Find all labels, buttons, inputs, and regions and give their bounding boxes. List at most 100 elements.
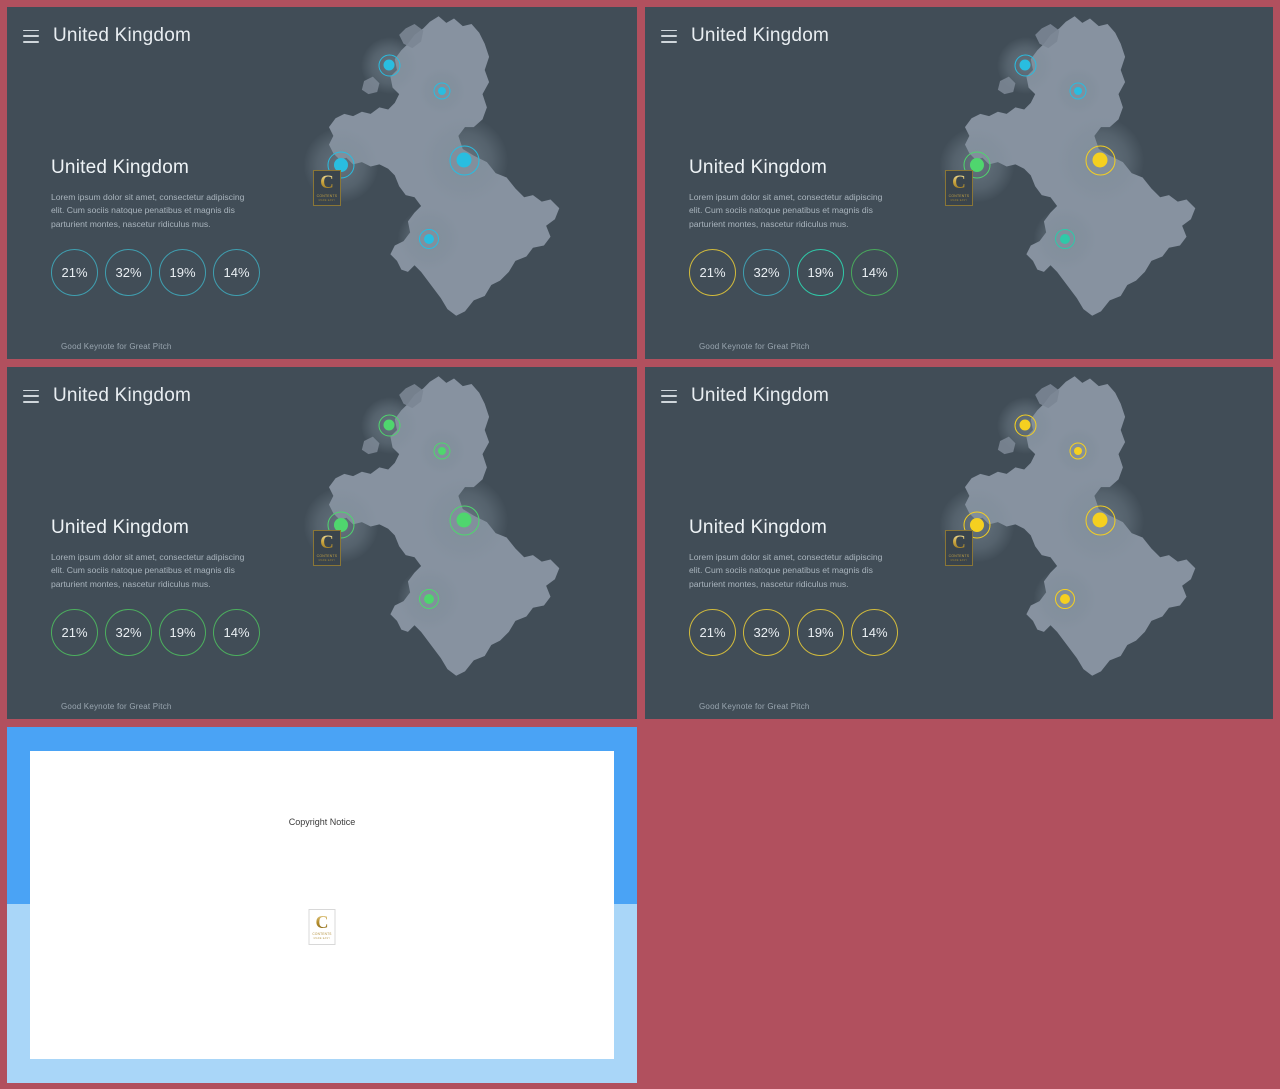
marker-scotland-north[interactable] <box>997 397 1053 453</box>
stats-row: 21% 32% 19% 14% <box>689 248 939 296</box>
marker-dot <box>1092 152 1108 168</box>
slide-footer: Good Keynote for Great Pitch <box>61 702 172 711</box>
stat-circle[interactable]: 32% <box>105 248 152 296</box>
marker-dot <box>383 59 395 71</box>
hamburger-icon[interactable] <box>23 389 39 403</box>
slide-header: United Kingdom <box>661 25 829 47</box>
header-title: United Kingdom <box>691 25 829 46</box>
marker-scotland-east[interactable] <box>1055 428 1101 474</box>
stats-row: 21% 32% 19% 14% <box>51 608 301 656</box>
logo-line-1: CONTENTS <box>312 932 332 937</box>
content-title: United Kingdom <box>689 517 827 538</box>
hamburger-icon[interactable] <box>661 29 677 43</box>
logo-line-2: MADE EASY <box>318 558 336 562</box>
marker-scotland-north[interactable] <box>361 397 417 453</box>
marker-england-north[interactable] <box>1057 477 1143 563</box>
stat-circle[interactable]: 21% <box>689 248 736 296</box>
logo-line-1: CONTENTS <box>316 553 338 558</box>
marker-wales-south[interactable] <box>1034 208 1096 270</box>
marker-england-north[interactable] <box>1057 117 1143 203</box>
content-block: United Kingdom Lorem ipsum dolor sit ame… <box>51 517 301 656</box>
marker-scotland-north[interactable] <box>997 37 1053 93</box>
marker-wales-south[interactable] <box>398 208 460 270</box>
stat-circle[interactable]: 19% <box>797 608 844 656</box>
content-title: United Kingdom <box>689 157 827 178</box>
stat-circle[interactable]: 19% <box>159 608 206 656</box>
stat-circle[interactable]: 21% <box>689 608 736 656</box>
stats-row: 21% 32% 19% 14% <box>689 608 939 656</box>
marker-england-north[interactable] <box>421 477 507 563</box>
header-title: United Kingdom <box>53 25 191 46</box>
stat-circle[interactable]: 32% <box>743 248 790 296</box>
slide-cyan[interactable]: United Kingdom United Kingdom Lorem ipsu… <box>7 7 637 359</box>
logo-line-1: CONTENTS <box>316 193 338 198</box>
header-title: United Kingdom <box>53 385 191 406</box>
content-body: Lorem ipsum dolor sit amet, consectetur … <box>51 192 245 229</box>
content-block: United Kingdom Lorem ipsum dolor sit ame… <box>689 517 939 656</box>
stat-circle[interactable]: 32% <box>105 608 152 656</box>
logo-line-2: MADE EASY <box>950 558 968 562</box>
marker-dot <box>424 234 434 244</box>
content-body: Lorem ipsum dolor sit amet, consectetur … <box>51 552 245 589</box>
content-title: United Kingdom <box>51 517 189 538</box>
marker-wales-south[interactable] <box>398 568 460 630</box>
stat-circle[interactable]: 14% <box>213 248 260 296</box>
content-title: United Kingdom <box>51 157 189 178</box>
marker-dot <box>438 447 446 455</box>
logo-badge[interactable]: C CONTENTS MADE EASY <box>945 170 973 206</box>
copyright-title: Copyright Notice <box>288 817 356 827</box>
copyright-logo-badge[interactable]: C CONTENTS MADE EASY <box>308 909 336 945</box>
slide-footer: Good Keynote for Great Pitch <box>699 342 810 351</box>
logo-line-2: MADE EASY <box>950 198 968 202</box>
logo-badge[interactable]: C CONTENTS MADE EASY <box>945 530 973 566</box>
stat-circle[interactable]: 21% <box>51 248 98 296</box>
logo-letter: C <box>320 172 334 194</box>
stat-circle[interactable]: 19% <box>159 248 206 296</box>
copyright-slide[interactable]: Copyright Notice C CONTENTS MADE EASY <box>7 727 637 1083</box>
marker-dot <box>1019 419 1031 431</box>
content-body: Lorem ipsum dolor sit amet, consectetur … <box>689 552 883 589</box>
marker-dot <box>456 152 472 168</box>
slide-footer: Good Keynote for Great Pitch <box>699 702 810 711</box>
logo-badge[interactable]: C CONTENTS MADE EASY <box>313 170 341 206</box>
content-block: United Kingdom Lorem ipsum dolor sit ame… <box>51 157 301 296</box>
stat-circle[interactable]: 32% <box>743 608 790 656</box>
marker-scotland-north[interactable] <box>361 37 417 93</box>
stats-row: 21% 32% 19% 14% <box>51 248 301 296</box>
logo-line-1: CONTENTS <box>948 553 970 558</box>
logo-letter: C <box>952 532 966 554</box>
marker-wales-south[interactable] <box>1034 568 1096 630</box>
marker-dot <box>1092 512 1108 528</box>
marker-dot <box>1019 59 1031 71</box>
content-block: United Kingdom Lorem ipsum dolor sit ame… <box>689 157 939 296</box>
slide-yellow[interactable]: United Kingdom United Kingdom Lorem ipsu… <box>645 367 1273 719</box>
logo-badge[interactable]: C CONTENTS MADE EASY <box>313 530 341 566</box>
slide-deck-grid: United Kingdom United Kingdom Lorem ipsu… <box>0 0 1280 1089</box>
header-title: United Kingdom <box>691 385 829 406</box>
marker-scotland-east[interactable] <box>1055 68 1101 114</box>
hamburger-icon[interactable] <box>23 29 39 43</box>
slide-mixed[interactable]: United Kingdom United Kingdom Lorem ipsu… <box>645 7 1273 359</box>
marker-scotland-east[interactable] <box>419 68 465 114</box>
slide-green[interactable]: United Kingdom United Kingdom Lorem ipsu… <box>7 367 637 719</box>
slide-header: United Kingdom <box>661 385 829 407</box>
logo-letter: C <box>952 172 966 194</box>
stat-circle[interactable]: 14% <box>851 248 898 296</box>
slide-header: United Kingdom <box>23 385 191 407</box>
marker-england-north[interactable] <box>421 117 507 203</box>
stat-circle[interactable]: 14% <box>213 608 260 656</box>
hamburger-icon[interactable] <box>661 389 677 403</box>
stat-circle[interactable]: 19% <box>797 248 844 296</box>
marker-scotland-east[interactable] <box>419 428 465 474</box>
marker-dot <box>424 594 434 604</box>
marker-dot <box>1060 234 1070 244</box>
marker-dot <box>383 419 395 431</box>
marker-dot <box>1074 87 1082 95</box>
stat-circle[interactable]: 21% <box>51 608 98 656</box>
stat-circle[interactable]: 14% <box>851 608 898 656</box>
marker-dot <box>1074 447 1082 455</box>
logo-line-1: CONTENTS <box>948 193 970 198</box>
slide-header: United Kingdom <box>23 25 191 47</box>
logo-letter: C <box>320 532 334 554</box>
slide-footer: Good Keynote for Great Pitch <box>61 342 172 351</box>
